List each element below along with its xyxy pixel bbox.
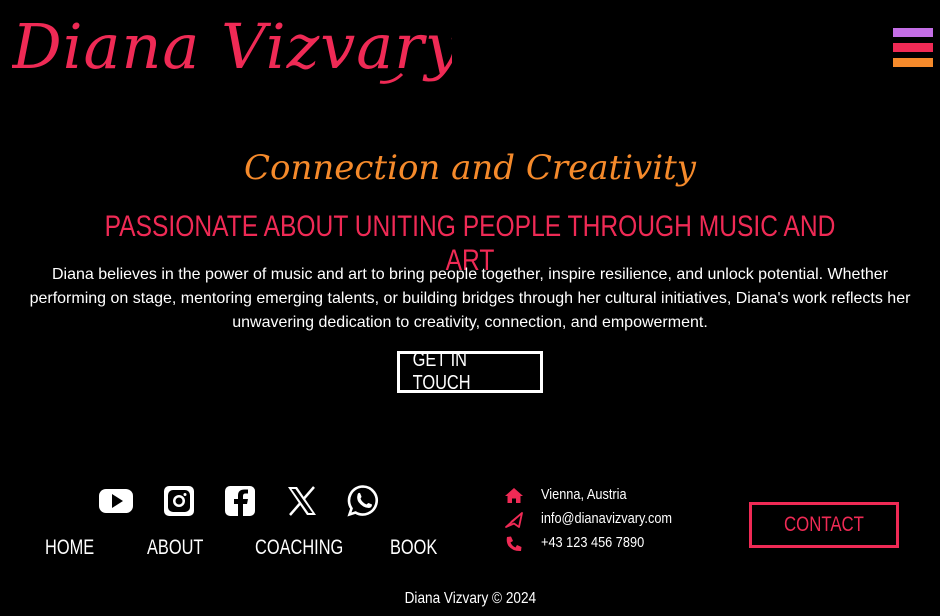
hero-bio: Diana believes in the power of music and… <box>29 266 911 331</box>
contact-location: Vienna, Austria <box>541 486 642 503</box>
menu-bar-bottom <box>893 58 933 67</box>
footer-nav-home-label: HOME <box>45 536 95 559</box>
hamburger-menu-icon[interactable] <box>893 28 933 68</box>
logo-text: Diana Vizvary <box>12 10 452 83</box>
get-in-touch-button[interactable]: GET IN TOUCH <box>397 349 543 394</box>
footer-nav-coaching-label: COACHING <box>255 536 344 559</box>
paper-plane-icon <box>504 510 524 530</box>
copyright: Diana Vizvary © 2024 <box>0 590 940 608</box>
contact-button-label: CONTACT <box>784 513 864 536</box>
footer-nav-about[interactable]: ABOUT <box>147 536 219 560</box>
footer-nav-coaching[interactable]: COACHING <box>255 536 368 560</box>
contact-email[interactable]: info@dianavizvary.com <box>541 510 695 527</box>
instagram-icon[interactable] <box>163 483 195 519</box>
footer-nav-about-label: ABOUT <box>147 536 204 559</box>
contact-phone[interactable]: +43 123 456 7890 <box>541 534 662 551</box>
contact-email-text: info@dianavizvary.com <box>541 510 673 527</box>
menu-bar-top <box>893 28 933 37</box>
menu-bar-middle <box>893 43 933 52</box>
facebook-icon[interactable] <box>224 483 256 519</box>
contact-location-text: Vienna, Austria <box>541 486 627 503</box>
site-logo[interactable]: Diana Vizvary <box>12 6 452 86</box>
x-icon[interactable] <box>286 483 318 519</box>
hero-tagline: Connection and Creativity <box>243 148 697 188</box>
footer-nav-book[interactable]: BOOK <box>390 536 451 560</box>
contact-phone-text: +43 123 456 7890 <box>541 534 645 551</box>
whatsapp-icon[interactable] <box>347 483 379 519</box>
youtube-icon[interactable] <box>98 483 134 519</box>
footer-nav-home[interactable]: HOME <box>45 536 108 560</box>
home-icon <box>504 486 524 506</box>
contact-button[interactable]: CONTACT <box>749 502 899 548</box>
copyright-text: Diana Vizvary © 2024 <box>404 590 536 607</box>
get-in-touch-label: GET IN TOUCH <box>412 349 471 394</box>
phone-icon <box>504 534 524 554</box>
footer-nav-book-label: BOOK <box>390 536 438 559</box>
